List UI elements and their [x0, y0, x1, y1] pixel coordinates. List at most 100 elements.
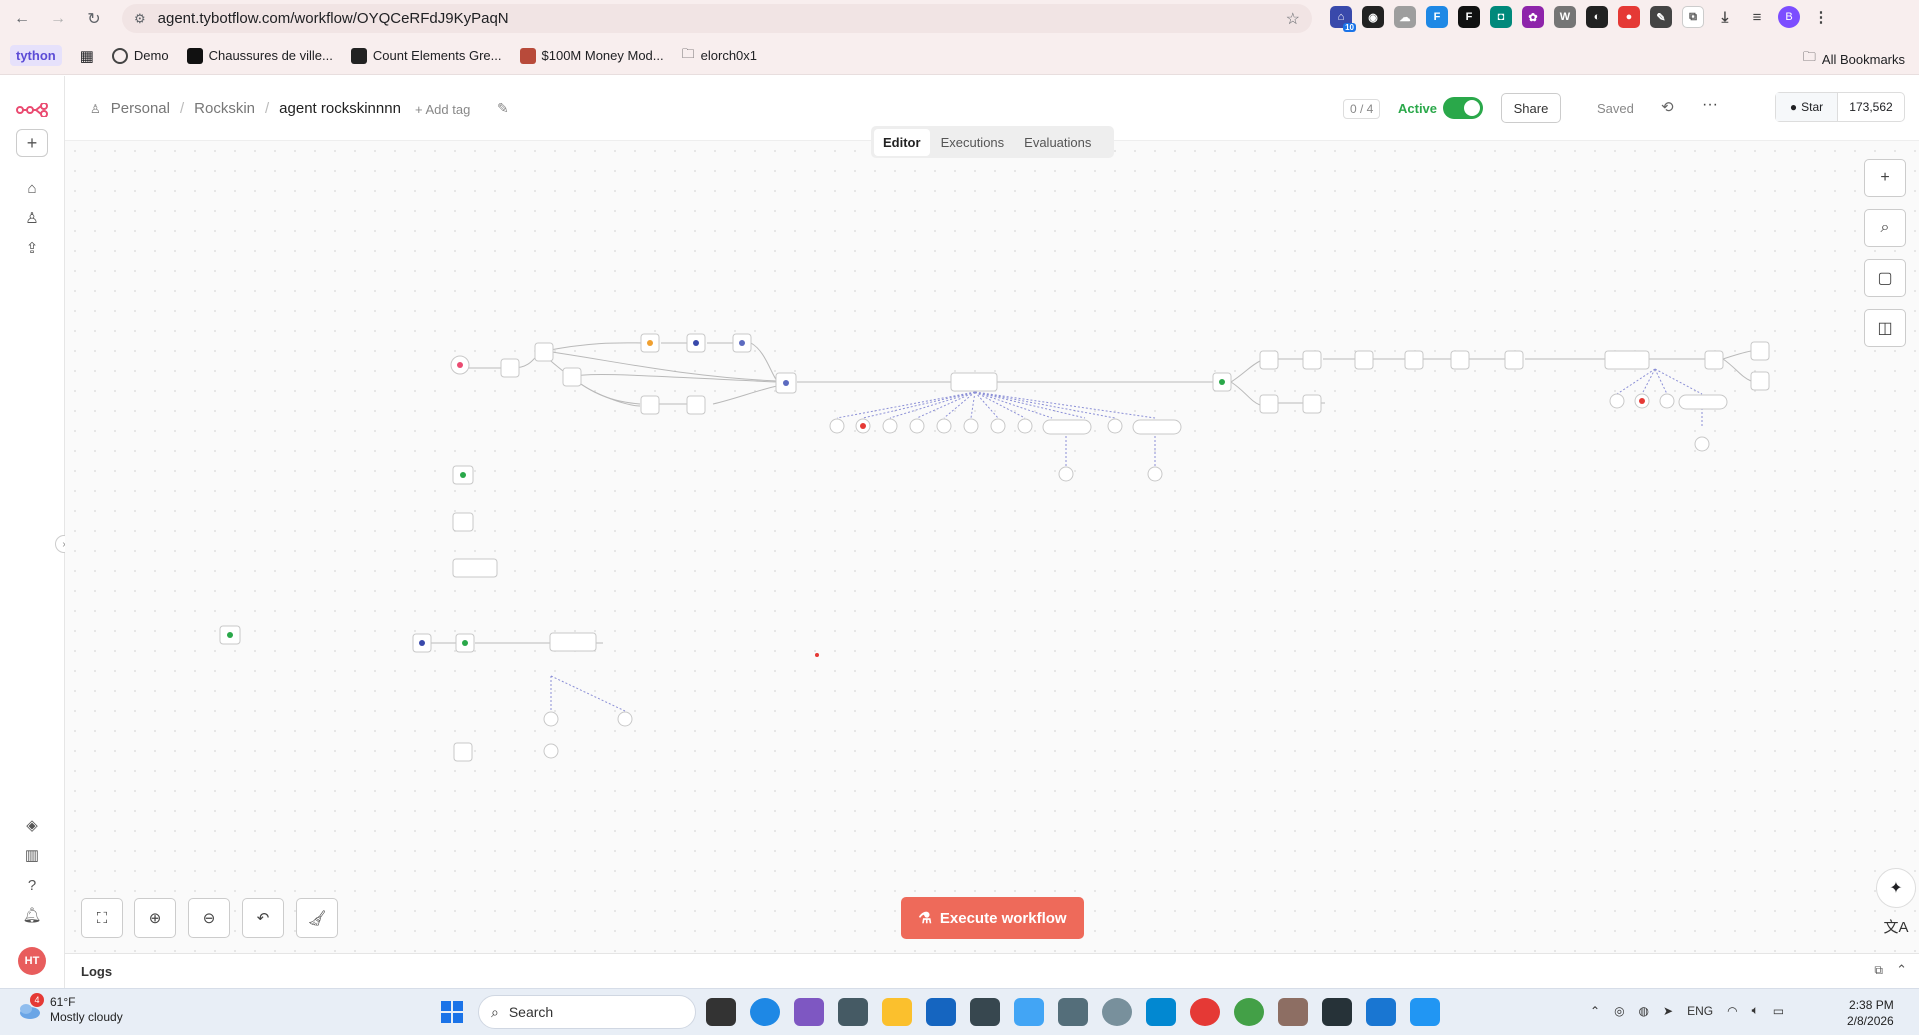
zoom-out-button[interactable]: ⊖ [188, 898, 230, 938]
puzzle-icon[interactable]: ⧉ [1682, 6, 1704, 28]
app-icon[interactable] [1278, 998, 1308, 1026]
chevron-up-icon[interactable]: ⌃ [1896, 962, 1907, 978]
reload-icon[interactable]: ↻ [80, 5, 108, 33]
volume-icon[interactable]: 🔈︎ [1752, 1003, 1759, 1018]
avatar[interactable]: HT [18, 947, 46, 975]
bookmark-item[interactable]: Chaussures de ville... [186, 47, 333, 64]
tray-app-icon[interactable]: ◍ [1639, 1004, 1649, 1018]
chrome-icon[interactable] [1234, 998, 1264, 1026]
github-star-button[interactable]: ● Star 173,562 [1775, 92, 1905, 122]
settings-icon[interactable] [1102, 998, 1132, 1026]
breadcrumb-folder[interactable]: Rockskin [194, 100, 255, 117]
more-options-icon[interactable]: ··· [1702, 96, 1718, 114]
add-tag-button[interactable]: + Add tag [415, 102, 470, 117]
tray-app-icon[interactable]: ➤ [1663, 1004, 1673, 1018]
share-icon[interactable]: ⇪ [20, 236, 44, 260]
tab-evaluations[interactable]: Evaluations [1015, 129, 1100, 156]
forward-icon[interactable]: → [44, 5, 72, 33]
language-indicator[interactable]: ENG [1687, 1004, 1713, 1018]
app-icon[interactable] [1058, 998, 1088, 1026]
bookmark-star-icon[interactable]: ☆ [1286, 9, 1300, 29]
file-explorer-icon[interactable] [882, 998, 912, 1026]
breadcrumb-personal[interactable]: Personal [111, 100, 170, 117]
chevron-up-icon[interactable]: ⌃ [1590, 1004, 1600, 1018]
eyedropper-icon[interactable]: ✎ [1650, 6, 1672, 28]
app-icon[interactable] [1146, 998, 1176, 1026]
profile-avatar[interactable]: B [1778, 6, 1800, 28]
address-bar[interactable]: ⚙ agent.tybotflow.com/workflow/OYQCeRFdJ… [122, 4, 1312, 33]
url-text[interactable]: agent.tybotflow.com/workflow/OYQCeRFdJ9K… [158, 10, 509, 27]
wordpress-icon[interactable]: W [1554, 6, 1576, 28]
zoom-in-button[interactable]: ⊕ [134, 898, 176, 938]
help-icon[interactable]: ? [20, 873, 44, 897]
templates-icon[interactable]: ◈ [20, 813, 44, 837]
extension-icon[interactable]: ☁ [1394, 6, 1416, 28]
taskbar-search[interactable]: ⌕ Search [478, 995, 696, 1029]
sticky-note-button[interactable]: ▢ [1864, 259, 1906, 297]
task-view-icon[interactable] [706, 998, 736, 1026]
chrome-icon[interactable] [1190, 998, 1220, 1026]
battery-icon[interactable]: ▭ [1773, 1004, 1784, 1018]
bookmark-item[interactable]: Demo [111, 47, 169, 64]
workflow-canvas[interactable] [65, 141, 1919, 953]
extension-icon[interactable]: ◐ [1586, 6, 1608, 28]
ai-assistant-button[interactable]: ✦ [1876, 868, 1916, 908]
terminal-icon[interactable] [970, 998, 1000, 1026]
home-icon[interactable]: ⌂ [20, 176, 44, 200]
share-button[interactable]: Share [1501, 93, 1561, 123]
history-icon[interactable]: ⟲ [1661, 98, 1674, 116]
notepad-icon[interactable] [926, 998, 956, 1026]
user-icon[interactable]: ♙ [20, 206, 44, 230]
all-bookmarks[interactable]: 🗀 All Bookmarks [1803, 48, 1905, 70]
app-icon[interactable] [838, 998, 868, 1026]
vscode-icon[interactable] [1410, 998, 1440, 1026]
bookmark-item[interactable]: Count Elements Gre... [350, 47, 502, 64]
extension-icon[interactable]: ◉ [1362, 6, 1384, 28]
bookmark-item[interactable]: $100M Money Mod... [519, 47, 664, 64]
translate-icon[interactable]: 文A [1878, 912, 1914, 940]
tray-app-icon[interactable]: ◎ [1614, 1004, 1624, 1018]
add-icon[interactable]: + [16, 129, 48, 157]
tab-editor[interactable]: Editor [874, 128, 930, 156]
extension-icon[interactable]: F [1458, 6, 1480, 28]
bookmark-item[interactable]: tython [10, 45, 62, 66]
bookmark-folder[interactable]: 🗀 elorch0x1 [682, 45, 757, 67]
popout-icon[interactable]: ⧉ [1874, 963, 1883, 978]
extension-icon[interactable]: F [1426, 6, 1448, 28]
download-icon[interactable]: ⤓ [1714, 6, 1736, 28]
tab-executions[interactable]: Executions [932, 129, 1014, 156]
extension-icon[interactable]: ● [1618, 6, 1640, 28]
copilot-icon[interactable] [794, 998, 824, 1026]
clock[interactable]: 2:38 PM 2/8/2026 [1847, 997, 1894, 1029]
tab-search-icon[interactable]: ≡ [1746, 6, 1768, 28]
windows-start-icon[interactable] [441, 1001, 463, 1023]
insights-icon[interactable]: ▥ [20, 843, 44, 867]
edit-description-icon[interactable]: ✎ [497, 100, 509, 117]
extension-icon[interactable]: ✿ [1522, 6, 1544, 28]
execute-workflow-button[interactable]: ⚗ Execute workflow [901, 897, 1084, 939]
bell-icon[interactable]: 🔔︎ [20, 903, 44, 927]
logs-panel[interactable]: Logs ⧉ ⌃ [65, 953, 1919, 988]
search-nodes-button[interactable]: ⌕ [1864, 209, 1906, 247]
extensions-row: ⌂ 10 ◉ ☁ F F ◘ ✿ W ◐ ● ✎ ⧉ ⤓ ≡ B ⋮ [1330, 6, 1832, 32]
outlook-icon[interactable] [1366, 998, 1396, 1026]
back-icon[interactable]: ← [8, 5, 36, 33]
extension-icon[interactable]: ⌂ 10 [1330, 6, 1356, 32]
wifi-icon[interactable]: ◠ [1727, 1004, 1737, 1018]
edge-icon[interactable] [750, 998, 780, 1026]
workflow-name[interactable]: agent rockskinnnn [279, 100, 401, 117]
cloud-app-icon[interactable] [1014, 998, 1044, 1026]
apps-grid-icon[interactable]: ▦ [80, 47, 94, 65]
add-node-button[interactable]: + [1864, 159, 1906, 197]
active-toggle[interactable] [1443, 97, 1483, 119]
logo-icon[interactable] [16, 98, 48, 122]
extension-icon[interactable]: ◘ [1490, 6, 1512, 28]
panel-toggle-button[interactable]: ◫ [1864, 309, 1906, 347]
site-info-icon[interactable]: ⚙ [134, 11, 146, 27]
app-icon[interactable] [1322, 998, 1352, 1026]
fit-view-button[interactable]: ⛶ [81, 898, 123, 938]
undo-button[interactable]: ↶ [242, 898, 284, 938]
menu-icon[interactable]: ⋮ [1810, 6, 1832, 28]
tidy-up-button[interactable]: 🧹︎ [296, 898, 338, 938]
broom-icon: 🧹︎ [307, 910, 327, 927]
